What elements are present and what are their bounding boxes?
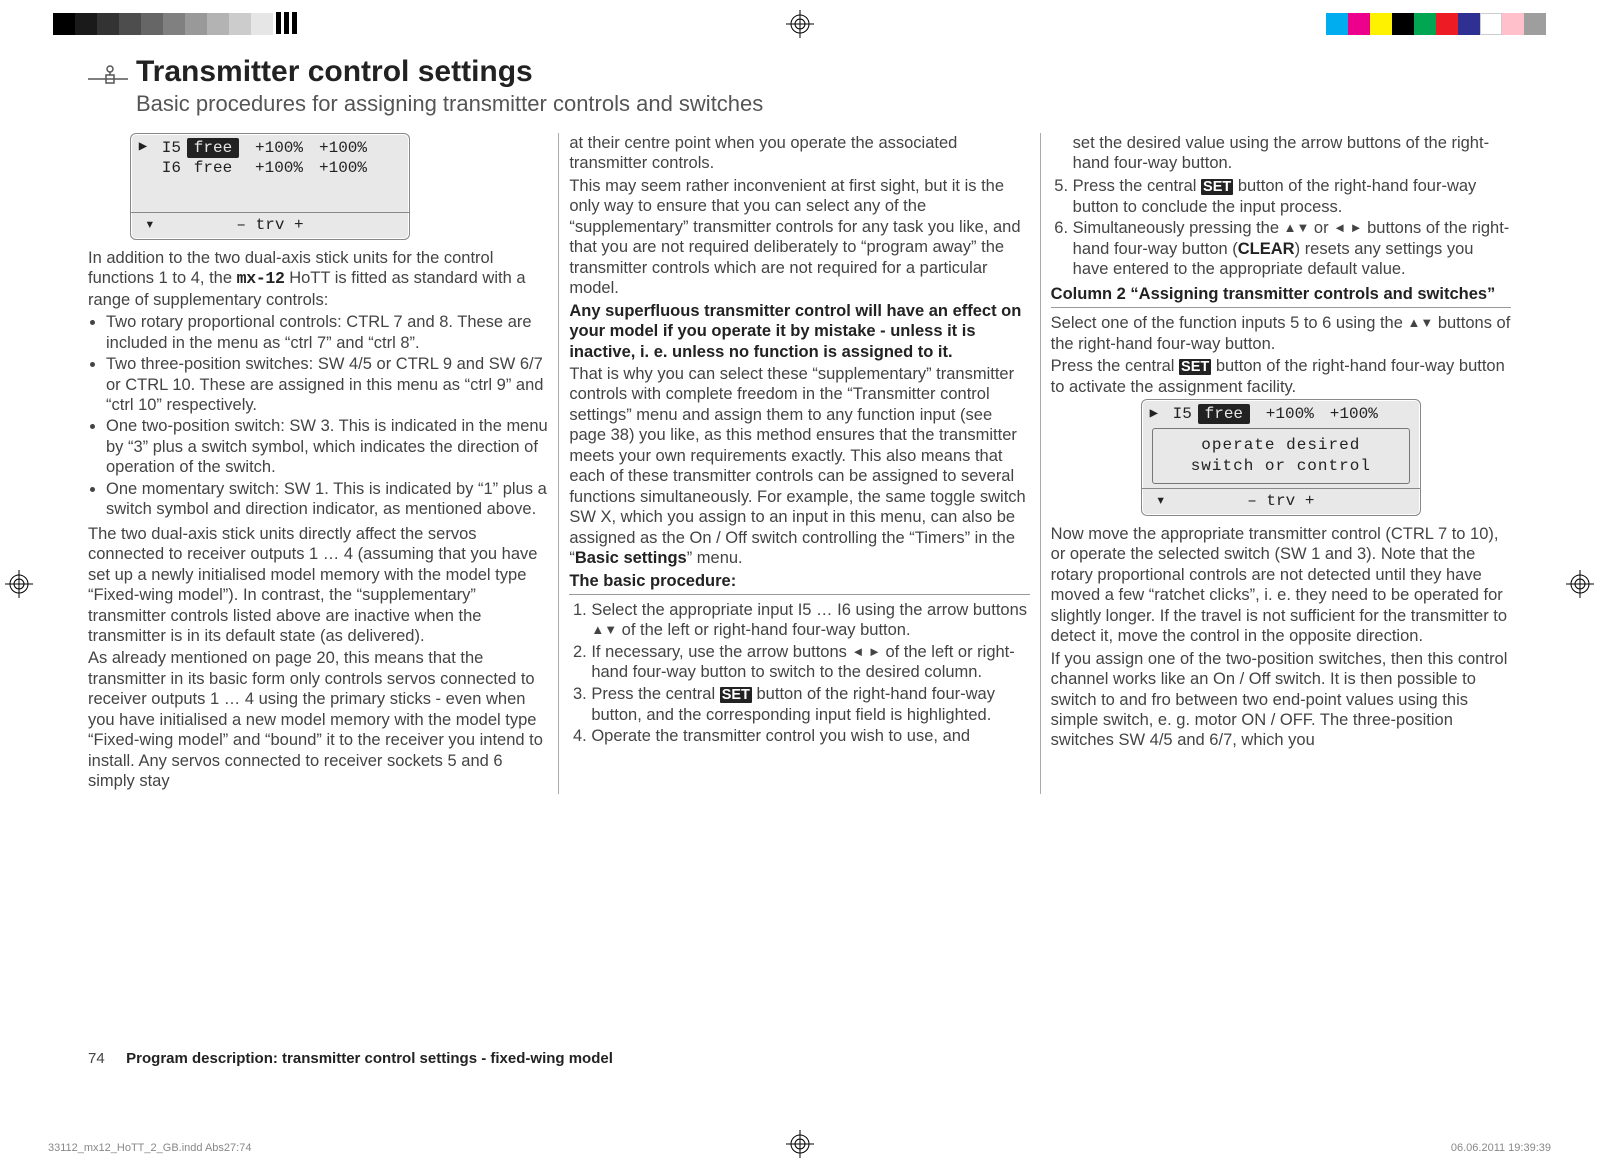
body-text: set the desired value using the arrow bu… (1051, 133, 1511, 174)
body-text: This may seem rather inconvenient at fir… (569, 176, 1029, 299)
section-icon (88, 55, 136, 92)
set-button-icon: SET (1179, 359, 1211, 375)
lcd-row: I6 free +100% +100% (137, 158, 403, 178)
print-slug-right: 06.06.2011 19:39:39 (1451, 1142, 1551, 1154)
footer-text: Program description: transmitter control… (126, 1050, 613, 1067)
page-number: 74 (88, 1050, 122, 1067)
manual-page: Transmitter control settings Basic proce… (88, 55, 1511, 1113)
lcd-footer-label: – trv + (1247, 492, 1314, 512)
list-item: Two rotary proportional controls: CTRL 7… (106, 312, 548, 353)
list-item: One momentary switch: SW 1. This is indi… (106, 479, 548, 520)
body-text: Now move the appropriate transmitter con… (1051, 524, 1511, 647)
column-1: ▶ I5 free +100% +100% I6 free +100% +100… (88, 133, 558, 794)
column-3: set the desired value using the arrow bu… (1041, 133, 1511, 794)
list-item: Operate the transmitter control you wish… (591, 726, 1029, 746)
divider-line (569, 594, 1029, 595)
registration-mark-icon (786, 10, 814, 38)
body-text: at their centre point when you operate t… (569, 133, 1029, 174)
body-text: Press the central SET button of the righ… (1051, 356, 1511, 397)
lcd-down-arrow-icon: ▾ (145, 216, 155, 236)
page-subtitle: Basic procedures for assigning transmitt… (136, 91, 1511, 117)
up-down-arrow-icon: ▲▼ (1284, 220, 1310, 235)
list-item: If necessary, use the arrow buttons ◄ ► … (591, 642, 1029, 683)
sub-heading: Column 2 “Assigning transmitter controls… (1051, 284, 1511, 304)
lcd-message-line: switch or control (1153, 456, 1409, 477)
lcd-display-2: ▶ I5 free +100% +100% operate desired sw… (1141, 399, 1421, 515)
list-item: Simultaneously pressing the ▲▼ or ◄ ► bu… (1073, 218, 1511, 279)
lcd-row: ▶ I5 free +100% +100% (1148, 404, 1414, 424)
lcd-row: ▶ I5 free +100% +100% (137, 138, 403, 158)
lcd-message-line: operate desired (1153, 435, 1409, 456)
lcd-down-arrow-icon: ▾ (1156, 492, 1166, 512)
body-text: Any superfluous transmitter control will… (569, 301, 1029, 362)
body-text: The two dual-axis stick units directly a… (88, 524, 548, 647)
left-right-arrow-icon: ◄ ► (1333, 220, 1362, 235)
list-item: Press the central SET button of the righ… (591, 684, 1029, 725)
list-item: Press the central SET button of the righ… (1073, 176, 1511, 217)
set-button-icon: SET (720, 687, 752, 703)
body-text: Select one of the function inputs 5 to 6… (1051, 313, 1511, 354)
body-text: In addition to the two dual-axis stick u… (88, 248, 548, 310)
page-title: Transmitter control settings (136, 55, 1511, 89)
registration-mark-icon (1566, 570, 1594, 598)
sub-heading: The basic procedure: (569, 571, 1029, 591)
up-down-arrow-icon: ▲▼ (591, 622, 617, 637)
numbered-list: Press the central SET button of the righ… (1051, 176, 1511, 280)
printer-registration-bars (276, 12, 300, 34)
bullet-list: Two rotary proportional controls: CTRL 7… (88, 312, 548, 520)
left-right-arrow-icon: ◄ ► (852, 644, 881, 659)
body-text: If you assign one of the two-position sw… (1051, 649, 1511, 751)
page-footer: 74 Program description: transmitter cont… (88, 1050, 613, 1067)
print-slug-left: 33112_mx12_HoTT_2_GB.indd Abs27:74 (48, 1142, 251, 1154)
body-text: As already mentioned on page 20, this me… (88, 648, 548, 791)
column-2: at their centre point when you operate t… (559, 133, 1039, 794)
body-text: That is why you can select these “supple… (569, 364, 1029, 569)
registration-mark-icon (5, 570, 33, 598)
divider-line (1051, 307, 1511, 308)
list-item: Select the appropriate input I5 … I6 usi… (591, 600, 1029, 641)
lcd-footer-label: – trv + (236, 216, 303, 236)
up-down-arrow-icon: ▲▼ (1408, 315, 1434, 330)
list-item: Two three-position switches: SW 4/5 or C… (106, 354, 548, 415)
registration-mark-icon (786, 1130, 814, 1158)
numbered-list: Select the appropriate input I5 … I6 usi… (569, 600, 1029, 747)
list-item: One two-position switch: SW 3. This is i… (106, 416, 548, 477)
set-button-icon: SET (1201, 179, 1233, 195)
printer-color-bars-right (1326, 13, 1546, 35)
printer-color-bars-left (53, 13, 273, 35)
lcd-display-1: ▶ I5 free +100% +100% I6 free +100% +100… (130, 133, 410, 240)
